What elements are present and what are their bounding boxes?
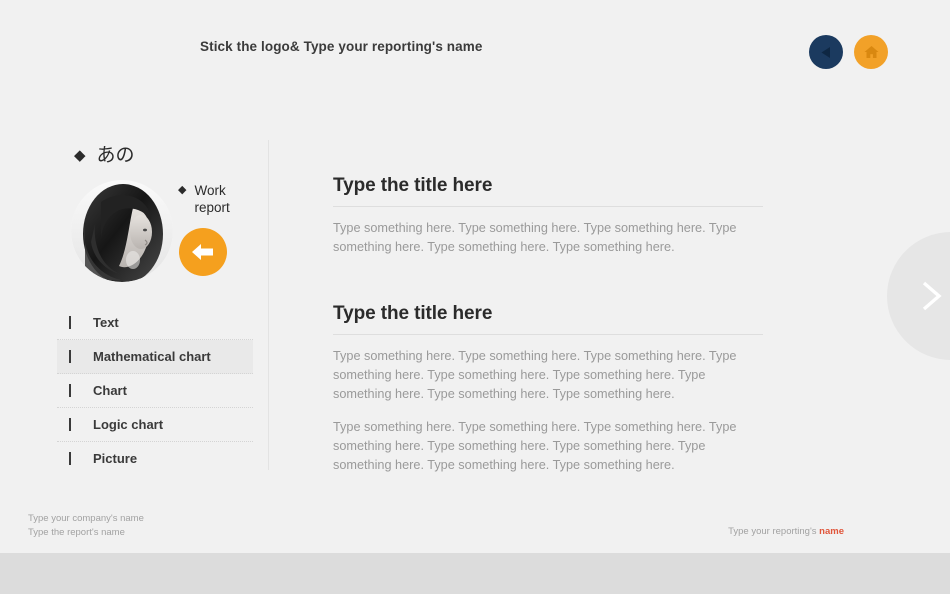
sidebar-kicker-label: あの [96, 145, 135, 166]
main-content: Type the title here Type something here.… [333, 175, 763, 475]
sidebar-item-logic-chart[interactable]: Logic chart [57, 408, 253, 442]
footer-right: Type your reporting's name [728, 526, 844, 537]
home-button[interactable] [854, 35, 888, 69]
sidebar-item-label: Picture [93, 451, 138, 466]
section-paragraph: Type something here. Type something here… [333, 420, 737, 472]
section-paragraph: Type something here. Type something here… [333, 349, 737, 401]
sidebar-menu: Text Mathematical chart Chart Logic char… [57, 306, 253, 475]
back-button[interactable] [809, 35, 843, 69]
title-rule [333, 334, 763, 335]
work-report-block: ◆ Work report [178, 182, 250, 217]
header-nav-buttons [809, 35, 888, 69]
diamond-bullet-icon: ◆ [178, 184, 187, 196]
sidebar-item-picture[interactable]: Picture [57, 442, 253, 475]
slide-canvas: Stick the logo& Type your reporting's na… [0, 0, 950, 553]
section-title: Type the title here [333, 175, 493, 196]
sidebar: ◆ あの ◆ Work report Text Mathematical cha… [0, 0, 269, 553]
portrait-image [71, 180, 173, 282]
footer-left: Type your company's name Type the report… [28, 512, 144, 540]
section-paragraph: Type something here. Type something here… [333, 221, 737, 254]
previous-arrow-button[interactable] [179, 228, 227, 276]
section-title: Type the title here [333, 303, 493, 324]
triangle-left-icon [821, 46, 830, 58]
footer-right-accent: name [819, 526, 844, 537]
portrait-photo [71, 180, 173, 282]
footer-right-prefix: Type your reporting's [728, 526, 820, 537]
sidebar-item-label: Mathematical chart [93, 349, 211, 364]
work-report-label: Work report [194, 183, 230, 216]
sidebar-item-text[interactable]: Text [57, 306, 253, 340]
bottom-strip [0, 553, 950, 594]
sidebar-item-label: Text [93, 315, 119, 330]
vertical-divider [268, 140, 269, 470]
arrow-left-icon [192, 244, 213, 260]
bar-marker-icon [69, 418, 71, 431]
bar-marker-icon [69, 384, 71, 397]
chevron-right-icon[interactable] [910, 275, 950, 317]
footer-report-name: Type the report's name [28, 527, 125, 538]
footer-company-name: Type your company's name [28, 513, 144, 524]
home-icon [864, 46, 878, 58]
bar-marker-icon [69, 452, 71, 465]
sidebar-item-chart[interactable]: Chart [57, 374, 253, 408]
sidebar-kicker: ◆ あの [74, 146, 135, 165]
diamond-bullet-icon: ◆ [74, 147, 86, 164]
sidebar-item-label: Chart [93, 383, 127, 398]
bar-marker-icon [69, 350, 71, 363]
title-rule [333, 206, 763, 207]
bar-marker-icon [69, 316, 71, 329]
sidebar-item-label: Logic chart [93, 417, 164, 432]
sidebar-item-mathematical-chart[interactable]: Mathematical chart [57, 340, 253, 374]
